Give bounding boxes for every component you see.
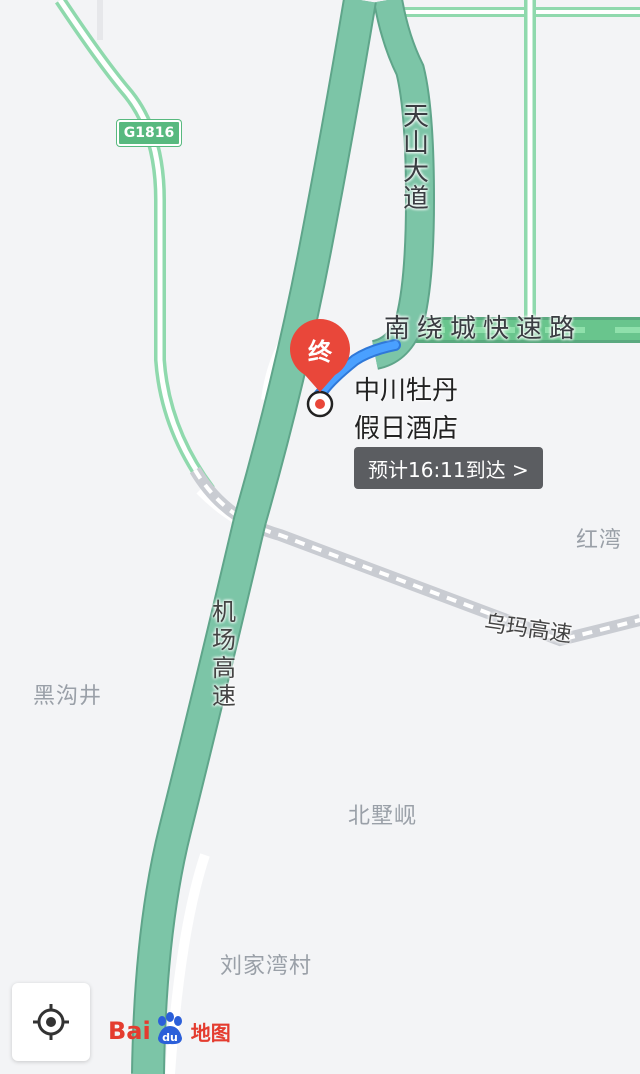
- road-label-nanrao: 南绕城快速路: [384, 314, 583, 344]
- road-label-tianshan: 天山大道: [402, 102, 429, 214]
- locate-icon: [33, 1004, 69, 1040]
- baidu-map-logo: Bai du 地图: [108, 1012, 231, 1050]
- destination-name-line2: 假日酒店: [354, 414, 459, 444]
- road-label-jichang: 机场高速: [212, 598, 236, 710]
- place-label-beiwan: 北墅岘: [348, 804, 418, 829]
- logo-bai: Bai: [108, 1017, 151, 1045]
- logo-paw-icon: du: [153, 1012, 187, 1050]
- map-canvas[interactable]: 终: [0, 0, 640, 1074]
- airport-highway: [131, 0, 377, 1074]
- logo-ditu: 地图: [190, 1020, 231, 1045]
- place-label-liujiawan: 刘家湾村: [220, 954, 313, 979]
- logo-du: du: [162, 1031, 178, 1044]
- highway-shield: G1816: [117, 120, 181, 146]
- marker-text: 终: [308, 338, 333, 366]
- place-label-hongwan: 红湾: [576, 528, 623, 553]
- eta-button[interactable]: 预计16:11到达 >: [354, 447, 543, 489]
- destination-name[interactable]: 中川牡丹 假日酒店: [354, 372, 458, 448]
- locate-button[interactable]: [12, 983, 90, 1061]
- place-label-heigoujing: 黑沟井: [33, 684, 103, 709]
- destination-name-line1: 中川牡丹: [354, 376, 459, 406]
